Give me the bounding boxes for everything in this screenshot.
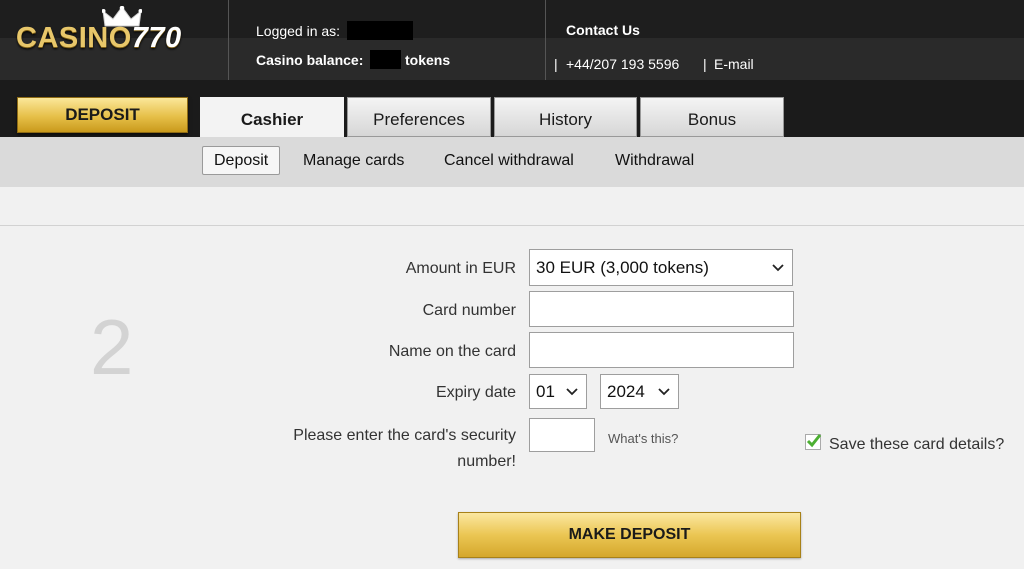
expiry-date-label: Expiry date bbox=[435, 384, 516, 401]
security-number-label-line2: number! bbox=[457, 453, 516, 470]
amount-label: Amount in EUR bbox=[405, 260, 516, 277]
email-link[interactable]: E-mail bbox=[714, 56, 754, 72]
phone-number[interactable]: +44/207 193 5596 bbox=[566, 56, 679, 72]
redacted-balance bbox=[370, 50, 401, 69]
chevron-down-icon bbox=[566, 387, 578, 395]
subnav-manage-cards[interactable]: Manage cards bbox=[303, 146, 404, 175]
casino-logo[interactable]: CASINO770 bbox=[16, 22, 182, 55]
step-number: 2 bbox=[90, 303, 134, 391]
name-on-card-input[interactable] bbox=[529, 332, 794, 368]
expiry-month-value: 01 bbox=[536, 381, 555, 401]
expiry-month-select[interactable]: 01 bbox=[529, 374, 587, 409]
amount-select[interactable]: 30 EUR (3,000 tokens) bbox=[529, 249, 793, 286]
section-divider bbox=[0, 225, 1024, 226]
card-number-label: Card number bbox=[422, 302, 516, 319]
subnav-cancel-withdrawal[interactable]: Cancel withdrawal bbox=[444, 146, 574, 175]
logo-text: CASINO bbox=[16, 22, 132, 54]
balance-label: Casino balance: bbox=[256, 52, 364, 68]
header-separator bbox=[545, 0, 546, 80]
security-number-input[interactable] bbox=[529, 418, 595, 452]
subnav-withdrawal[interactable]: Withdrawal bbox=[615, 146, 694, 175]
deposit-button[interactable]: DEPOSIT bbox=[17, 97, 188, 133]
tab-cashier[interactable]: Cashier bbox=[200, 97, 344, 137]
logged-in-label: Logged in as: bbox=[256, 23, 341, 39]
expiry-year-value: 2024 bbox=[607, 381, 645, 401]
pipe-separator: | bbox=[554, 56, 558, 72]
whats-this-link[interactable]: What's this? bbox=[608, 431, 678, 446]
chevron-down-icon bbox=[772, 263, 784, 271]
expiry-year-select[interactable]: 2024 bbox=[600, 374, 679, 409]
subnav-deposit[interactable]: Deposit bbox=[202, 146, 281, 175]
contact-us-title: Contact Us bbox=[566, 22, 640, 38]
tab-history[interactable]: History bbox=[494, 97, 637, 137]
pipe-separator: | bbox=[703, 56, 707, 72]
save-card-label: Save these card details? bbox=[829, 436, 1005, 453]
save-card-checkbox[interactable] bbox=[805, 434, 822, 450]
balance-unit: tokens bbox=[405, 52, 451, 68]
name-on-card-label: Name on the card bbox=[388, 343, 516, 360]
checkmark-icon bbox=[806, 434, 822, 448]
amount-value: 30 EUR (3,000 tokens) bbox=[536, 257, 709, 277]
logo-number: 770 bbox=[131, 22, 182, 54]
chevron-down-icon bbox=[658, 387, 670, 395]
tab-bonus[interactable]: Bonus bbox=[640, 97, 784, 137]
tab-preferences[interactable]: Preferences bbox=[347, 97, 491, 137]
redacted-username bbox=[347, 21, 413, 40]
card-number-input[interactable] bbox=[529, 291, 794, 327]
make-deposit-button[interactable]: MAKE DEPOSIT bbox=[458, 512, 801, 558]
security-number-label-line1: Please enter the card's security bbox=[293, 427, 516, 444]
header-separator bbox=[228, 0, 229, 80]
